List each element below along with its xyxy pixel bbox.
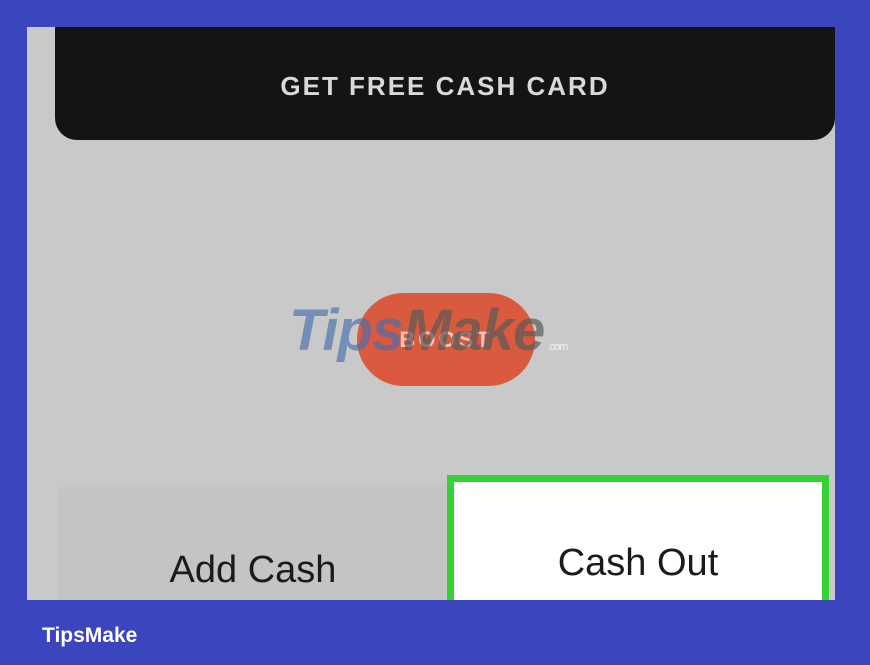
get-free-cash-card-button[interactable]: GET FREE CASH CARD: [55, 27, 835, 140]
app-screen: GET FREE CASH CARD BOOST Tips Make .com …: [27, 27, 835, 600]
boost-button-label: BOOST: [399, 326, 493, 352]
boost-button[interactable]: BOOST: [357, 293, 535, 386]
cash-card-button-label: GET FREE CASH CARD: [280, 71, 610, 101]
watermark-domain: .com: [547, 341, 568, 353]
add-cash-button[interactable]: Add Cash: [57, 485, 449, 600]
add-cash-label: Add Cash: [169, 548, 337, 591]
cash-out-button[interactable]: Cash Out: [447, 475, 829, 600]
cash-out-label: Cash Out: [557, 542, 719, 584]
footer-brand: TipsMake: [42, 624, 138, 647]
